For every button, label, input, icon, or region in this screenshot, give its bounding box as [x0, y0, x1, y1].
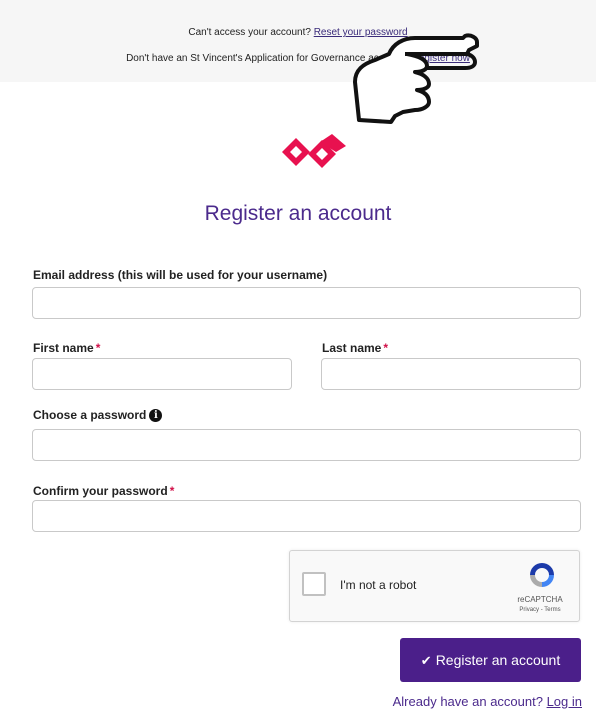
recaptcha-widget: I'm not a robot reCAPTCHA Privacy - Term…	[289, 550, 580, 622]
password-label: Choose a password i	[33, 408, 163, 423]
last-name-label: Last name *	[322, 341, 388, 355]
page-title: Register an account	[204, 202, 392, 225]
last-name-field[interactable]	[321, 358, 581, 390]
password-field[interactable]	[32, 429, 581, 461]
register-panel	[0, 82, 596, 724]
first-name-label-text: First name	[33, 341, 94, 355]
recaptcha-terms[interactable]: Privacy - Terms	[500, 607, 580, 613]
required-mark: *	[95, 341, 101, 355]
info-icon[interactable]: i	[149, 409, 163, 423]
required-mark: *	[383, 341, 389, 355]
login-prompt-line: Already have an account? Log in	[393, 694, 582, 709]
pointing-hand-icon	[353, 33, 479, 124]
email-field[interactable]	[32, 287, 581, 319]
reset-prompt: Can't access your account?	[188, 27, 311, 38]
recaptcha-checkbox[interactable]	[302, 572, 326, 596]
first-name-field[interactable]	[32, 358, 292, 390]
recaptcha-logo-icon	[530, 563, 554, 587]
confirm-password-field[interactable]	[32, 500, 581, 532]
last-name-label-text: Last name	[322, 341, 382, 355]
recaptcha-brand: reCAPTCHA	[517, 595, 563, 604]
check-icon: ✔	[420, 652, 432, 668]
register-account-button[interactable]: ✔ Register an account	[400, 638, 581, 682]
password-label-text: Choose a password	[33, 408, 147, 422]
login-prompt: Already have an account?	[392, 694, 543, 709]
brand-logo-icon	[282, 134, 346, 168]
recaptcha-label: I'm not a robot	[340, 578, 417, 592]
confirm-password-label: Confirm your password *	[33, 484, 174, 498]
confirm-password-label-text: Confirm your password	[33, 484, 168, 498]
required-mark: *	[169, 484, 175, 498]
email-label: Email address (this will be used for you…	[33, 268, 328, 282]
first-name-label: First name *	[33, 341, 100, 355]
login-link[interactable]: Log in	[547, 694, 582, 709]
register-button-label: Register an account	[435, 651, 561, 668]
